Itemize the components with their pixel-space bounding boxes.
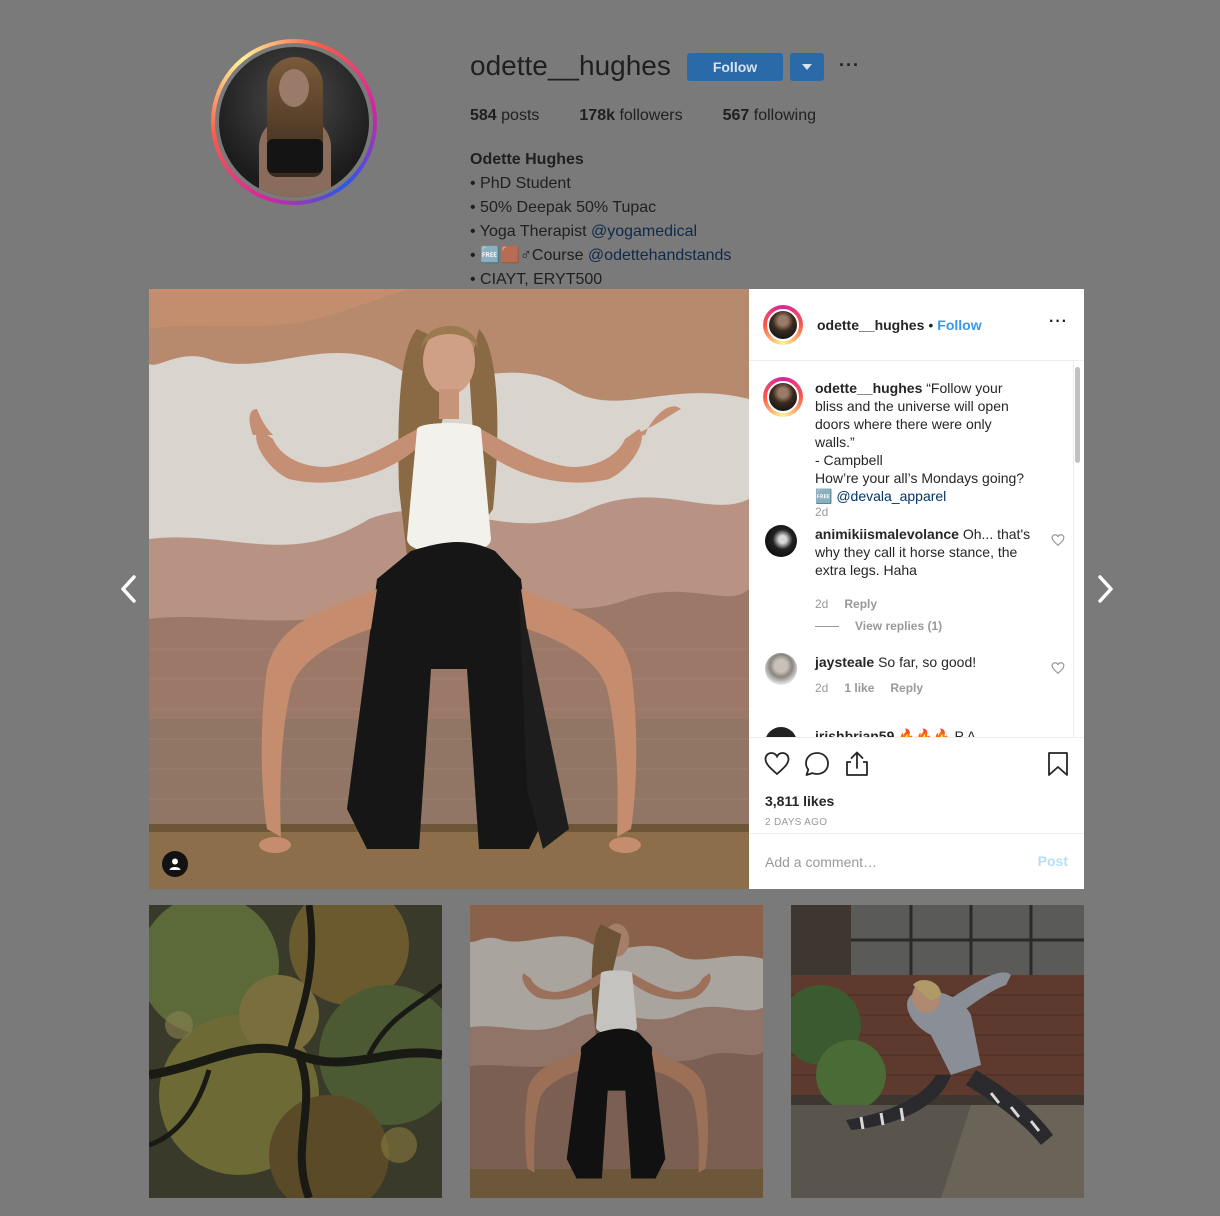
comment-text: irishbrian59 🔥🔥🔥 P A	[815, 727, 1031, 737]
profile-bio: Odette Hughes • PhD Student • 50% Deepak…	[470, 148, 731, 292]
caption-avatar[interactable]	[763, 377, 803, 417]
profile-username: odette__hughes	[470, 50, 671, 81]
comment-bubble-icon[interactable]	[803, 750, 831, 778]
followers-stat[interactable]: 178k followers	[579, 107, 682, 125]
post-options-icon[interactable]: ···	[1049, 313, 1068, 331]
bio-mention-link[interactable]: @yogamedical	[591, 223, 697, 240]
view-replies-button[interactable]: View replies (1)	[815, 619, 942, 633]
avatar-image	[219, 47, 369, 197]
share-icon[interactable]	[843, 750, 871, 778]
avatar-figure-face	[279, 69, 309, 107]
header-separator: •	[928, 316, 934, 333]
thumbnail-yoga-pose-image	[470, 905, 763, 1198]
chevron-down-icon	[802, 64, 812, 70]
reply-button[interactable]: Reply	[844, 597, 877, 611]
follow-button[interactable]: Follow	[687, 53, 783, 81]
chevron-left-icon	[121, 575, 136, 603]
thumbnail-stretch-pose-image	[791, 905, 1084, 1198]
comment-username[interactable]: irishbrian59	[815, 728, 894, 737]
header-avatar[interactable]	[763, 304, 803, 345]
save-bookmark-icon[interactable]	[1044, 750, 1072, 778]
commenter-avatar[interactable]	[765, 727, 797, 737]
chevron-right-icon	[1098, 575, 1113, 603]
post-comment-button[interactable]: Post	[1038, 853, 1068, 869]
comment-time[interactable]: 2d	[815, 681, 828, 695]
comment-username[interactable]: jaysteale	[815, 654, 874, 670]
bio-line: • 50% Deepak 50% Tupac	[470, 199, 657, 216]
more-options-icon[interactable]: ···	[839, 55, 860, 76]
grid-post-thumbnail[interactable]	[149, 905, 442, 1198]
grid-post-thumbnail[interactable]	[791, 905, 1084, 1198]
header-username[interactable]: odette__hughes	[817, 317, 924, 333]
like-comment-heart-icon[interactable]	[1051, 661, 1065, 675]
avatar-ring-gap	[215, 43, 373, 201]
profile-stats: 584 posts 178k followers 567 following	[470, 107, 816, 125]
bio-line: • Yoga Therapist @yogamedical	[470, 223, 698, 240]
avatar-figure-top	[267, 139, 323, 173]
comment-meta: 2d Reply	[815, 597, 877, 611]
commenter-avatar[interactable]	[765, 525, 797, 557]
add-comment-input[interactable]	[765, 852, 1015, 872]
bio-line: • 🆓🟫♂Course @odettehandstands	[470, 247, 732, 264]
post-actions: 3,811 likes 2 DAYS AGO	[749, 737, 1084, 834]
comment-meta: 2d 1 like Reply	[815, 681, 923, 695]
profile-avatar[interactable]	[211, 39, 377, 205]
caption-meta: 2d	[815, 505, 828, 519]
comment-text: animikiismalevolance Oh... that's why th…	[815, 526, 1031, 578]
commenter-avatar[interactable]	[765, 653, 797, 685]
grid-post-thumbnail[interactable]	[470, 905, 763, 1198]
replies-divider	[815, 625, 839, 627]
following-stat[interactable]: 567 following	[723, 107, 816, 125]
user-icon	[169, 858, 181, 870]
bio-line: • PhD Student	[470, 175, 571, 192]
like-heart-icon[interactable]	[763, 750, 791, 778]
thumbnail-tree-image	[149, 905, 442, 1198]
tagged-users-icon[interactable]	[162, 851, 188, 877]
header-follow-button[interactable]: Follow	[937, 317, 981, 333]
post-header: odette__hughes • Follow ···	[749, 289, 1084, 361]
post-detail-panel: odette__hughes • Follow ··· odette__hugh…	[749, 289, 1084, 889]
reply-button[interactable]: Reply	[890, 681, 923, 695]
comment-time[interactable]: 2d	[815, 597, 828, 611]
bio-mention-link[interactable]: @odettehandstands	[588, 247, 731, 264]
posts-stat: 584 posts	[470, 107, 540, 124]
comments-list: odette__hughes “Follow your bliss and th…	[749, 361, 1084, 737]
post-date[interactable]: 2 DAYS AGO	[765, 817, 827, 828]
profile-full-name: Odette Hughes	[470, 151, 584, 168]
comment-likes[interactable]: 1 like	[844, 681, 874, 695]
caption-username[interactable]: odette__hughes	[815, 380, 922, 396]
like-comment-heart-icon[interactable]	[1051, 533, 1065, 547]
add-comment-bar: Post	[749, 833, 1084, 890]
post-photo-illustration	[149, 289, 749, 889]
comment-username[interactable]: animikiismalevolance	[815, 526, 959, 542]
comment-text: jaysteale So far, so good!	[815, 654, 977, 670]
like-count[interactable]: 3,811 likes	[765, 793, 834, 809]
caption-mention-link[interactable]: @devala_apparel	[836, 488, 946, 504]
post-photo[interactable]	[149, 289, 749, 889]
suggestions-dropdown-button[interactable]	[790, 53, 824, 81]
previous-post-button[interactable]	[115, 572, 145, 606]
next-post-button[interactable]	[1089, 572, 1119, 606]
caption-time[interactable]: 2d	[815, 505, 828, 519]
caption-text: odette__hughes “Follow your bliss and th…	[815, 380, 1025, 504]
